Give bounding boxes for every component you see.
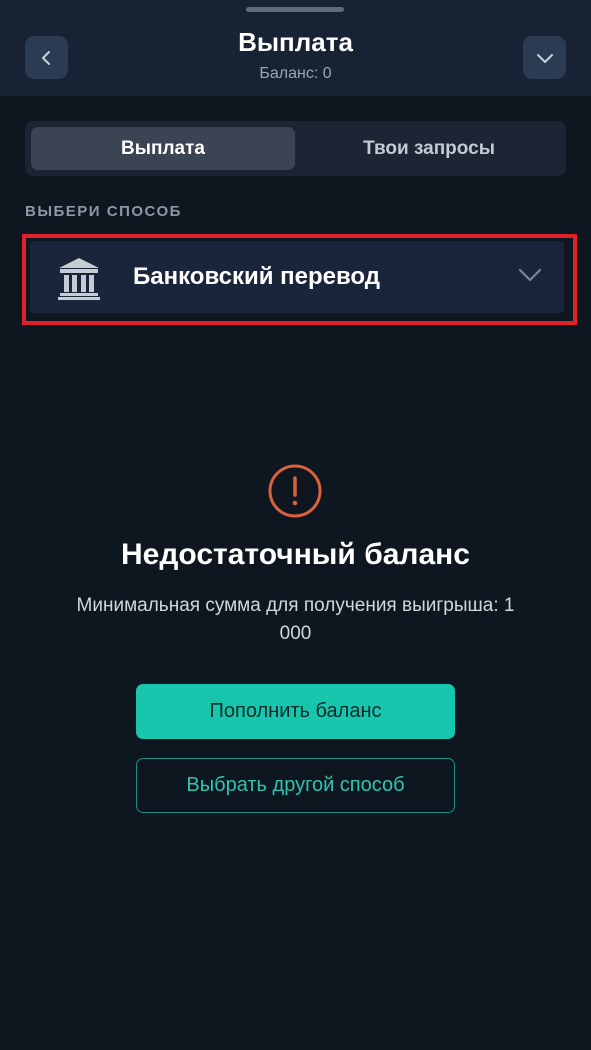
- tab-bar: Выплата Твои запросы: [25, 121, 566, 176]
- tab-my-requests[interactable]: Твои запросы: [297, 127, 561, 170]
- warning-circle-icon: [268, 464, 322, 518]
- minimum-amount-text: Минимальная сумма для получения выигрыша…: [76, 595, 515, 644]
- chevron-down-icon: [536, 53, 553, 63]
- balance-text: Баланс: 0: [259, 65, 332, 82]
- payment-method-label: Банковский перевод: [133, 263, 381, 290]
- chevron-down-icon: [518, 268, 542, 282]
- collapse-button[interactable]: [523, 36, 566, 79]
- payment-method-dropdown[interactable]: Банковский перевод: [30, 241, 564, 313]
- bank-icon: [58, 258, 100, 300]
- choose-another-method-button[interactable]: Выбрать другой способ: [136, 758, 455, 813]
- drag-handle[interactable]: [246, 7, 344, 12]
- top-up-balance-button[interactable]: Пополнить баланс: [136, 684, 455, 739]
- insufficient-balance-title: Недостаточный баланс: [121, 538, 470, 571]
- tab-payout[interactable]: Выплата: [31, 127, 295, 170]
- header: Выплата Баланс: 0: [0, 0, 591, 97]
- section-label: ВЫБЕРИ СПОСОБ: [25, 203, 182, 220]
- page-title: Выплата: [238, 27, 353, 57]
